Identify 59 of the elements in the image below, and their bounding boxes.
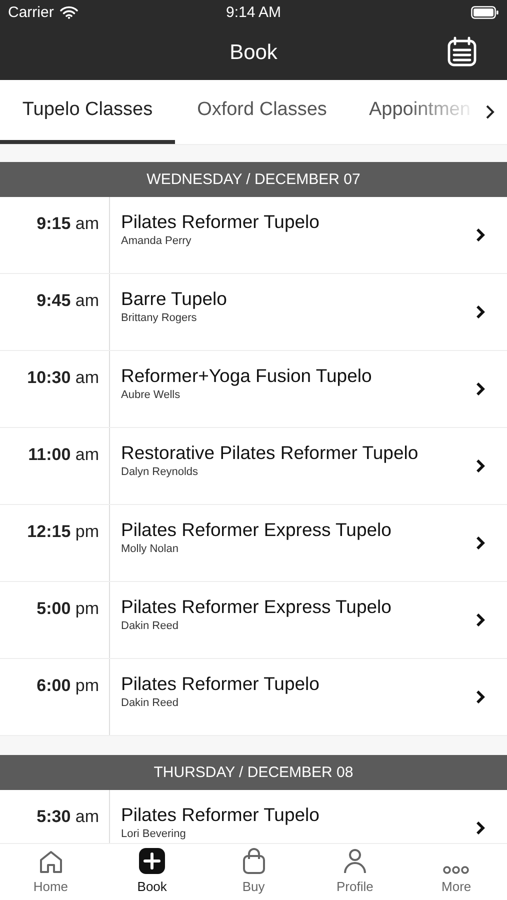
class-row[interactable]: 11:00 am Restorative Pilates Reformer Tupelo Dalyn Reynolds — [0, 428, 507, 505]
status-time: 9:14 AM — [226, 4, 282, 21]
chevron-right-icon — [475, 381, 486, 397]
chevron-right-icon[interactable] — [485, 104, 495, 120]
screen-title: Book — [230, 40, 278, 64]
instructor-name: Dakin Reed — [121, 697, 178, 709]
class-name: Reformer+Yoga Fusion Tupelo — [121, 365, 372, 387]
plus-icon — [138, 847, 166, 875]
tab-bar-item[interactable]: Home — [0, 844, 102, 900]
class-row[interactable]: 5:30 am Pilates Reformer Tupelo Lori Bevering — [0, 790, 507, 843]
class-time: 5:30 am — [36, 807, 99, 827]
class-time: 9:15 am — [36, 214, 99, 234]
tab[interactable]: Oxford Classes — [175, 80, 349, 144]
class-row[interactable]: 9:45 am Barre Tupelo Brittany Rogers — [0, 274, 507, 351]
more-icon — [442, 865, 470, 875]
class-row[interactable]: 10:30 am Reformer+Yoga Fusion Tupelo Aubre Wells — [0, 351, 507, 428]
class-name: Barre Tupelo — [121, 288, 227, 310]
class-time: 10:30 am — [27, 368, 99, 388]
shopping-bag-icon — [240, 847, 267, 875]
tab-bar-item[interactable]: Book — [101, 844, 203, 900]
instructor-name: Dalyn Reynolds — [121, 466, 198, 478]
class-name: Pilates Reformer Tupelo — [121, 673, 320, 695]
class-time: 6:00 pm — [36, 676, 99, 696]
class-name: Pilates Reformer Tupelo — [121, 211, 320, 233]
chevron-right-icon — [475, 227, 486, 243]
instructor-name: Brittany Rogers — [121, 312, 197, 324]
instructor-name: Aubre Wells — [121, 389, 180, 401]
instructor-name: Molly Nolan — [121, 543, 178, 555]
chevron-right-icon — [475, 820, 486, 836]
chevron-right-icon — [475, 689, 486, 705]
class-time: 11:00 am — [28, 445, 99, 465]
chevron-right-icon — [475, 612, 486, 628]
tab-bar-item[interactable]: Profile — [304, 844, 406, 900]
class-time: 5:00 pm — [36, 599, 99, 619]
class-time: 12:15 pm — [27, 522, 99, 542]
class-row[interactable]: 12:15 pm Pilates Reformer Express Tupelo Molly Nolan — [0, 505, 507, 582]
class-name: Pilates Reformer Express Tupelo — [121, 519, 392, 541]
day-header: THURSDAY / DECEMBER 08 — [0, 755, 507, 790]
class-row[interactable]: 6:00 pm Pilates Reformer Tupelo Dakin Reed — [0, 659, 507, 736]
class-name: Restorative Pilates Reformer Tupelo — [121, 442, 418, 464]
calendar-icon[interactable] — [446, 36, 478, 68]
class-row[interactable]: 5:00 pm Pilates Reformer Express Tupelo Dakin Reed — [0, 582, 507, 659]
tab-bar-item[interactable]: Buy — [202, 844, 304, 900]
tab-bar-item[interactable]: More — [406, 844, 507, 900]
day-header: WEDNESDAY / DECEMBER 07 — [0, 162, 507, 197]
chevron-right-icon — [475, 458, 486, 474]
class-row[interactable]: 9:15 am Pilates Reformer Tupelo Amanda Perry — [0, 197, 507, 274]
class-name: Pilates Reformer Express Tupelo — [121, 596, 392, 618]
chevron-right-icon — [475, 535, 486, 551]
home-icon — [38, 849, 64, 875]
wifi-icon — [60, 6, 78, 19]
instructor-name: Amanda Perry — [121, 235, 192, 247]
battery-icon — [471, 6, 499, 19]
chevron-right-icon — [475, 304, 486, 320]
instructor-name: Dakin Reed — [121, 620, 178, 632]
class-time: 9:45 am — [36, 291, 99, 311]
carrier-name: Carrier — [8, 4, 54, 21]
class-name: Pilates Reformer Tupelo — [121, 804, 320, 826]
instructor-name: Lori Bevering — [121, 828, 186, 840]
